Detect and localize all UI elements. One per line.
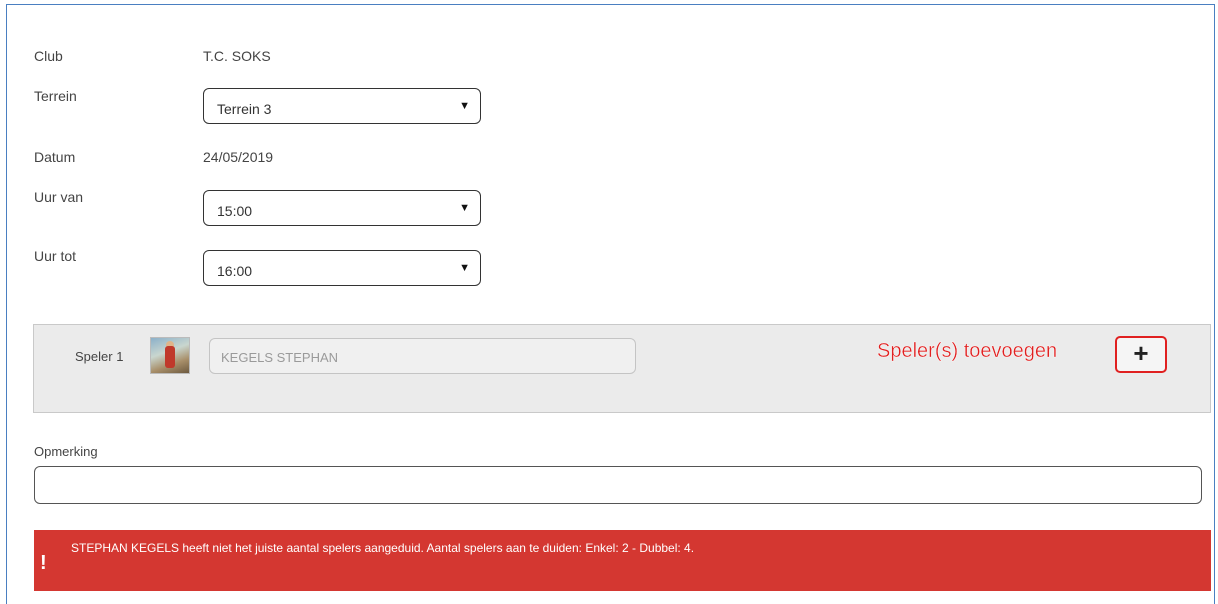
uur-tot-selected-value: 16:00 xyxy=(217,263,253,279)
terrein-selected-value: Terrein 3 xyxy=(217,101,272,117)
player-1-label: Speler 1 xyxy=(75,349,124,364)
add-player-button[interactable]: + xyxy=(1115,336,1167,373)
exclamation-icon: ! xyxy=(40,552,47,574)
plus-icon: + xyxy=(1133,338,1149,368)
error-message: STEPHAN KEGELS heeft niet het juiste aan… xyxy=(71,541,695,555)
avatar xyxy=(150,337,190,374)
add-players-annotation: Speler(s) toevoegen xyxy=(877,340,1058,362)
chevron-down-icon: ▼ xyxy=(459,262,470,274)
uur-van-label: Uur van xyxy=(34,189,84,205)
player-1-input[interactable]: KEGELS STEPHAN xyxy=(209,338,636,374)
terrein-select[interactable]: Terrein 3 ▼ xyxy=(203,88,481,124)
remark-label: Opmerking xyxy=(34,444,98,459)
club-label: Club xyxy=(34,48,63,64)
uur-tot-select[interactable]: 16:00 ▼ xyxy=(203,250,481,286)
remark-input[interactable] xyxy=(34,466,1202,504)
form-frame xyxy=(6,4,1215,604)
chevron-down-icon: ▼ xyxy=(459,202,470,214)
uur-van-selected-value: 15:00 xyxy=(217,203,253,219)
chevron-down-icon: ▼ xyxy=(459,100,470,112)
club-value: T.C. SOKS xyxy=(203,48,271,64)
terrein-label: Terrein xyxy=(34,88,77,104)
datum-value: 24/05/2019 xyxy=(203,149,274,165)
error-alert: ! STEPHAN KEGELS heeft niet het juiste a… xyxy=(34,530,1211,591)
uur-van-select[interactable]: 15:00 ▼ xyxy=(203,190,481,226)
datum-label: Datum xyxy=(34,149,76,165)
uur-tot-label: Uur tot xyxy=(34,248,77,264)
